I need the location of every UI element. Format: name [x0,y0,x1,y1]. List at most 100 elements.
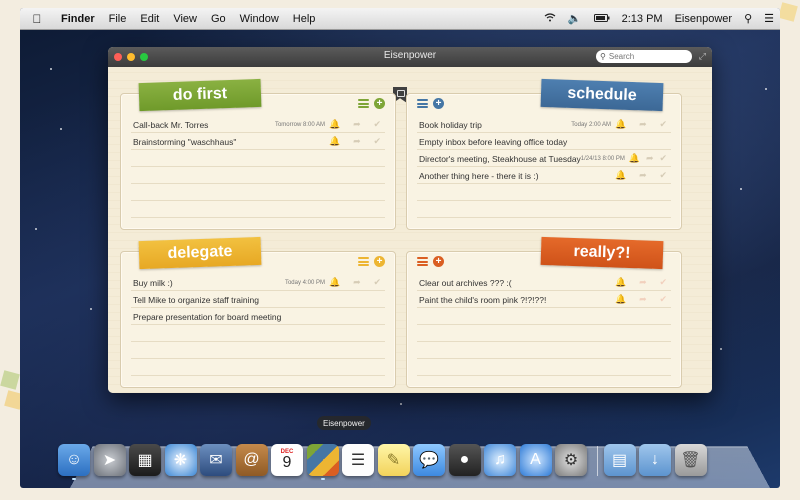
zoom-window-button[interactable] [140,53,148,61]
calendar-icon[interactable]: DEC 9 [271,444,303,476]
task-text[interactable]: Paint the child's room pink ?!?!??! [419,295,546,305]
spotlight-icon[interactable]: ⚲ [738,12,758,25]
task-list: Clear out archives ??? :( 🔔 ➦ ✔ Paint the … [417,274,671,308]
check-icon[interactable]: ✔ [373,277,381,288]
wifi-icon[interactable] [538,12,562,25]
task-row[interactable]: Tell Mike to organize staff training [131,291,385,308]
add-task-icon[interactable]: + [374,98,385,109]
messages-icon[interactable]: 💬 [413,444,445,476]
bell-icon[interactable]: 🔔 [615,119,626,130]
task-list: Buy milk :) Today 4:00 PM 🔔 ➦ ✔ Tell Mike … [131,274,385,325]
launchpad-icon[interactable]: ➤ [93,444,126,476]
task-row[interactable]: Buy milk :) Today 4:00 PM 🔔 ➦ ✔ [131,274,385,291]
forward-icon[interactable]: ➦ [646,153,654,164]
menu-file[interactable]: File [102,13,134,25]
forward-icon[interactable]: ➦ [353,136,361,147]
forward-icon[interactable]: ➦ [353,277,361,288]
quadrant-really: really?! + Clear out archives ??? :( 🔔 ➦ ✔… [406,236,682,388]
system-preferences-icon[interactable]: ⚙ [555,444,587,476]
check-icon[interactable]: ✔ [659,119,667,130]
app-store-icon[interactable]: A [519,444,552,476]
task-text[interactable]: Tell Mike to organize staff training [133,295,259,305]
check-icon[interactable]: ✔ [659,153,667,164]
menu-go[interactable]: Go [204,13,233,25]
check-icon[interactable]: ✔ [373,136,381,147]
bell-icon[interactable]: 🔔 [329,119,340,130]
add-task-icon[interactable]: + [433,98,444,109]
reminders-icon[interactable]: ☰ [342,444,374,476]
trash-icon[interactable]: 🗑 [674,444,707,476]
bell-icon[interactable]: 🔔 [329,277,340,288]
add-task-icon[interactable]: + [374,256,385,267]
bell-icon[interactable]: 🔔 [629,153,640,164]
task-row[interactable]: Another thing here - there it is :) 🔔 ➦ ✔ [417,167,671,184]
list-icon[interactable] [417,257,428,266]
bell-icon[interactable]: 🔔 [615,170,626,181]
star [765,88,767,90]
menu-bar:  Finder File Edit View Go Window Help 🔈… [20,8,780,30]
downloads-folder-icon[interactable]: ↓ [639,444,671,476]
task-text[interactable]: Buy milk :) [133,278,173,288]
menu-finder[interactable]: Finder [54,13,102,25]
task-text[interactable]: Book holiday trip [419,120,482,130]
task-row[interactable]: Brainstorming "waschhaus" 🔔 ➦ ✔ [131,133,385,150]
itunes-icon[interactable]: ♫ [484,444,516,476]
mission-control-icon[interactable]: ▦ [129,444,161,476]
eisenpower-app-icon[interactable] [306,444,339,480]
battery-icon[interactable] [588,13,616,25]
add-task-icon[interactable]: + [433,256,444,267]
menu-view[interactable]: View [166,13,204,25]
bell-icon[interactable]: 🔔 [615,277,626,288]
bell-icon[interactable]: 🔔 [615,294,626,305]
dock-tooltip: Eisenpower [317,416,371,430]
forward-icon[interactable]: ➦ [353,119,361,130]
notification-center-icon[interactable]: ☰ [758,12,780,25]
menu-window[interactable]: Window [233,13,286,25]
list-icon[interactable] [417,99,428,108]
search-icon: ⚲ [600,52,606,61]
forward-icon[interactable]: ➦ [639,277,647,288]
forward-icon[interactable]: ➦ [639,170,647,181]
forward-icon[interactable]: ➦ [639,294,647,305]
quadrant-do-first: do first + Call-back Mr. Torres Tomorrow… [120,78,396,230]
task-text[interactable]: Clear out archives ??? :( [419,278,512,288]
task-row[interactable]: Empty inbox before leaving office today [417,133,671,150]
task-text[interactable]: Another thing here - there it is :) [419,171,539,181]
fullscreen-icon[interactable]: ⤢ [699,51,706,62]
finder-icon[interactable]: ☺ [58,444,90,480]
task-row[interactable]: Book holiday trip Today 2:00 AM 🔔 ➦ ✔ [417,116,671,133]
user-name[interactable]: Eisenpower [669,13,738,25]
facetime-icon[interactable]: ● [448,444,481,476]
clock[interactable]: 2:13 PM [616,13,669,25]
mail-icon[interactable]: ✉ [200,444,232,476]
task-text[interactable]: Call-back Mr. Torres [133,120,208,130]
safari-icon[interactable]: ❋ [164,444,197,476]
applications-folder-icon[interactable]: ▤ [603,444,636,476]
task-row[interactable]: Prepare presentation for board meeting [131,308,385,325]
task-text[interactable]: Brainstorming "waschhaus" [133,137,236,147]
task-row[interactable]: Director's meeting, Steakhouse at Tuesda… [417,150,671,167]
minimize-window-button[interactable] [127,53,135,61]
list-icon[interactable] [358,257,369,266]
volume-icon[interactable]: 🔈 [562,12,588,25]
task-row[interactable]: Paint the child's room pink ?!?!??! 🔔 ➦ ✔ [417,291,671,308]
bell-icon[interactable]: 🔔 [329,136,340,147]
task-text[interactable]: Empty inbox before leaving office today [419,137,567,147]
menu-edit[interactable]: Edit [133,13,166,25]
task-text[interactable]: Director's meeting, Steakhouse at Tuesda… [419,154,581,164]
task-row[interactable]: Call-back Mr. Torres Tomorrow 8:00 AM 🔔 ➦… [131,116,385,133]
search-field[interactable]: ⚲ Search [596,50,692,63]
check-icon[interactable]: ✔ [373,119,381,130]
apple-icon[interactable]:  [30,12,44,26]
task-row[interactable]: Clear out archives ??? :( 🔔 ➦ ✔ [417,274,671,291]
close-window-button[interactable] [114,53,122,61]
notes-icon[interactable]: ✎ [377,444,410,476]
check-icon[interactable]: ✔ [659,277,667,288]
forward-icon[interactable]: ➦ [639,119,647,130]
contacts-icon[interactable]: @ [235,444,268,476]
check-icon[interactable]: ✔ [659,170,667,181]
check-icon[interactable]: ✔ [659,294,667,305]
menu-help[interactable]: Help [286,13,323,25]
list-icon[interactable] [358,99,369,108]
task-text[interactable]: Prepare presentation for board meeting [133,312,281,322]
